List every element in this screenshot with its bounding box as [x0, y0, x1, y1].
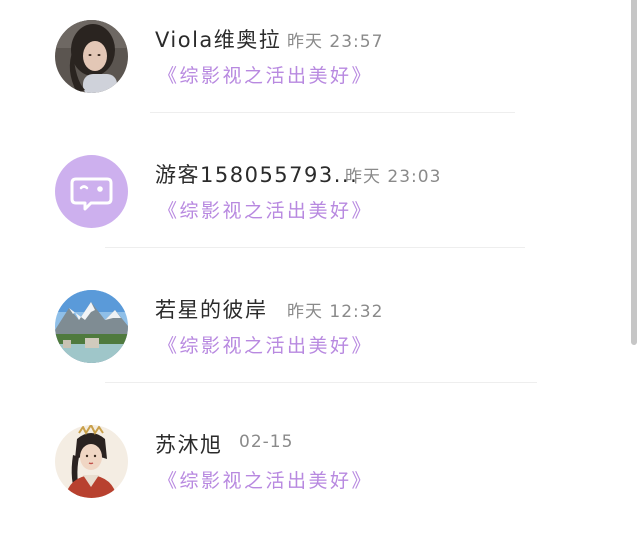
divider	[105, 247, 525, 248]
list-item[interactable]: Viola维奥拉 昨天 23:57 《综影视之活出美好》	[0, 0, 626, 135]
username[interactable]: 游客158055793...	[155, 159, 358, 189]
avatar[interactable]	[55, 425, 128, 498]
comment-text: 《综影视之活出美好》	[158, 335, 374, 357]
timestamp: 昨天 23:57	[287, 32, 384, 52]
landscape-mountain-photo-icon	[55, 290, 128, 363]
comment-text: 《综影视之活出美好》	[158, 470, 374, 492]
comment-text: 《综影视之活出美好》	[158, 200, 374, 222]
timestamp: 昨天 12:32	[287, 302, 384, 322]
scrollbar[interactable]	[626, 0, 640, 520]
scrollbar-thumb[interactable]	[631, 0, 637, 345]
avatar[interactable]	[55, 155, 128, 228]
comment-text: 《综影视之活出美好》	[158, 65, 374, 87]
costume-character-photo-icon	[55, 425, 128, 498]
divider	[150, 112, 515, 113]
list-item[interactable]: 游客158055793... 昨天 23:03 《综影视之活出美好》	[0, 135, 626, 270]
divider	[105, 382, 537, 383]
timestamp: 昨天 23:03	[345, 167, 442, 187]
timestamp: 02-15	[239, 432, 294, 452]
avatar[interactable]	[55, 290, 128, 363]
user-photo-girl-icon	[55, 20, 128, 93]
list-item[interactable]: 若星的彼岸 昨天 12:32 《综影视之活出美好》	[0, 270, 626, 405]
username[interactable]: 若星的彼岸	[155, 294, 268, 324]
guest-chat-bubble-icon	[55, 155, 128, 228]
username[interactable]: Viola维奥拉	[155, 24, 281, 54]
comment-list: Viola维奥拉 昨天 23:57 《综影视之活出美好》 游客158055793…	[0, 0, 626, 520]
username[interactable]: 苏沐旭	[155, 429, 223, 459]
avatar[interactable]	[55, 20, 128, 93]
